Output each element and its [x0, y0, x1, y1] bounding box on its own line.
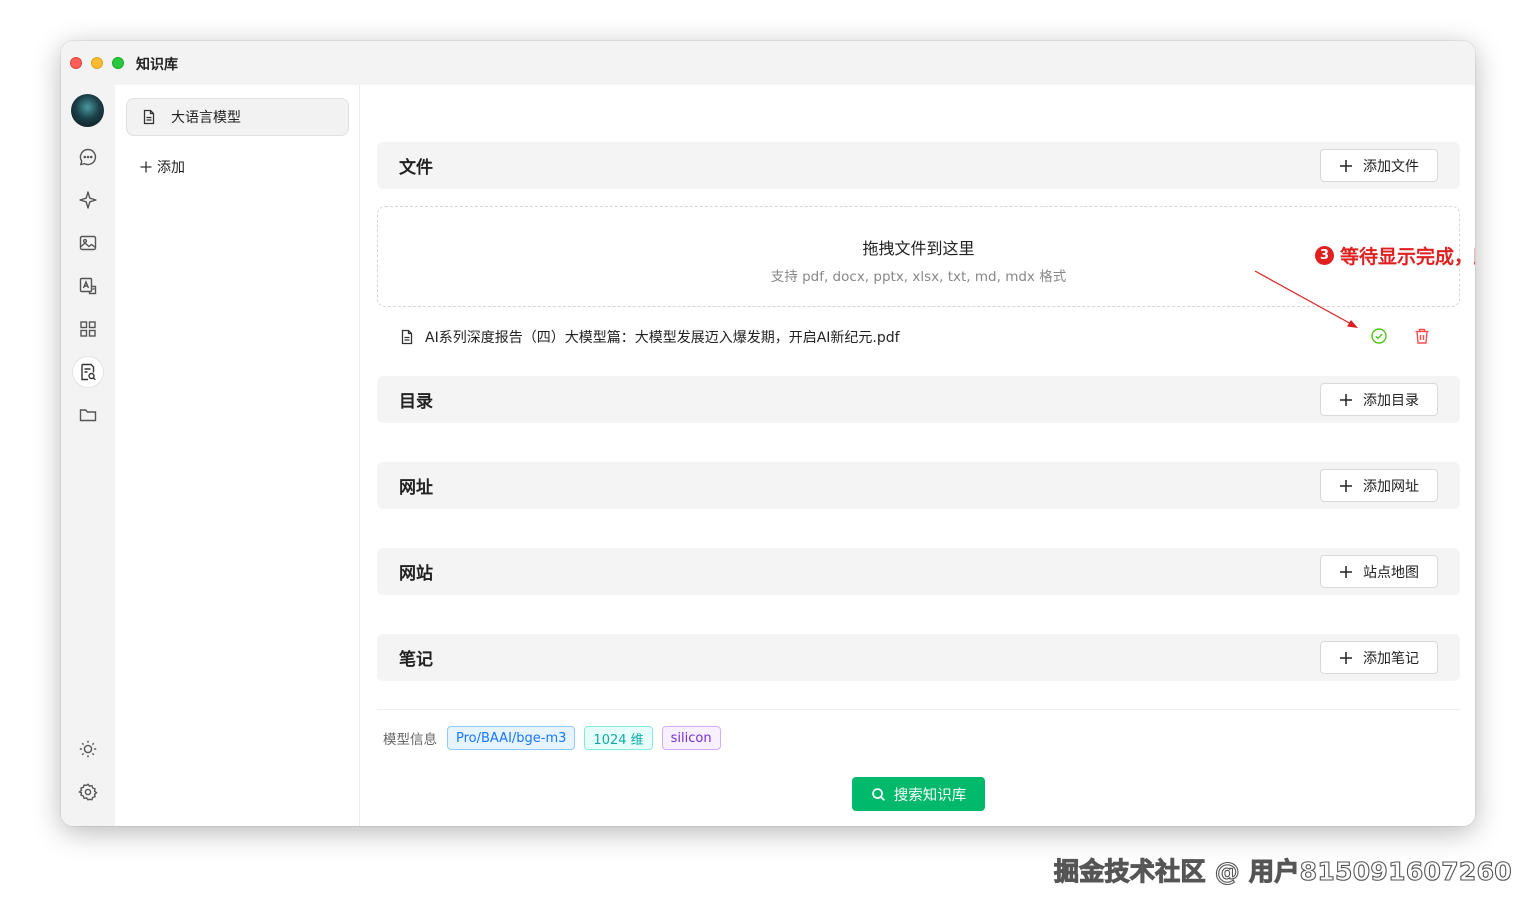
- plus-icon: [1340, 565, 1352, 578]
- add-url-button[interactable]: 添加网址: [1320, 469, 1438, 502]
- image-icon[interactable]: [73, 228, 103, 258]
- annotation-arrow: [1254, 270, 1358, 328]
- delete-icon[interactable]: [1413, 327, 1431, 345]
- plus-icon: [1340, 651, 1352, 664]
- icon-bar: [61, 85, 115, 826]
- dropzone-title: 拖拽文件到这里: [862, 239, 975, 258]
- app-window: 知识库 大语言模型 添加 文件 添加文件 拖拽文件到这里 支持 pdf, doc…: [61, 41, 1475, 826]
- window-title: 知识库: [136, 57, 178, 73]
- dimensions-tag: 1024 维: [584, 726, 653, 750]
- sparkle-icon[interactable]: [73, 185, 103, 215]
- add-directory-button[interactable]: 添加目录: [1320, 383, 1438, 416]
- model-info: 模型信息 Pro/BAAI/bge-m3 1024 维 silicon: [383, 726, 721, 750]
- search-knowledge-base-button[interactable]: 搜索知识库: [852, 777, 985, 811]
- annotation-number: 3: [1315, 246, 1334, 265]
- note-section-title: 笔记: [399, 650, 433, 670]
- sitemap-button[interactable]: 站点地图: [1320, 555, 1438, 588]
- directory-section-title: 目录: [399, 392, 433, 412]
- add-file-button[interactable]: 添加文件: [1320, 149, 1438, 182]
- provider-tag: silicon: [661, 726, 721, 750]
- note-section-header: 笔记 添加笔记: [377, 634, 1460, 681]
- plus-icon: [1340, 393, 1352, 406]
- plus-icon: [140, 161, 152, 173]
- add-note-button[interactable]: 添加笔记: [1320, 641, 1438, 674]
- document-icon: [143, 109, 155, 125]
- file-section-header: 文件 添加文件: [377, 142, 1460, 189]
- watermark: 掘金技术社区 @ 用户815091607260: [1053, 856, 1512, 886]
- add-knowledge-base-button[interactable]: 添加: [139, 157, 185, 177]
- knowledge-base-item[interactable]: 大语言模型: [126, 98, 349, 136]
- search-knowledge-base-label: 搜索知识库: [893, 787, 967, 804]
- website-section-header: 网站 站点地图: [377, 548, 1460, 595]
- add-directory-label: 添加目录: [1363, 392, 1419, 409]
- add-knowledge-base-label: 添加: [157, 160, 185, 176]
- knowledge-base-sidebar: 大语言模型 添加: [115, 85, 360, 826]
- chat-icon[interactable]: [73, 142, 103, 172]
- apps-grid-icon[interactable]: [73, 314, 103, 344]
- model-info-label: 模型信息: [383, 732, 437, 748]
- main-content: 文件 添加文件 拖拽文件到这里 支持 pdf, docx, pptx, xlsx…: [361, 85, 1475, 826]
- sitemap-label: 站点地图: [1363, 564, 1419, 581]
- plus-icon: [1340, 479, 1352, 492]
- minimize-window-button[interactable]: [91, 57, 103, 69]
- plus-icon: [1340, 159, 1352, 172]
- knowledge-base-name: 大语言模型: [171, 110, 241, 126]
- add-url-label: 添加网址: [1363, 478, 1419, 495]
- search-icon: [871, 787, 885, 801]
- avatar[interactable]: [71, 94, 104, 127]
- knowledge-icon[interactable]: [73, 357, 103, 387]
- file-list-item: AI系列深度报告（四）大模型篇：大模型发展迈入爆发期，开启AI新纪元.pdf: [399, 327, 900, 347]
- theme-icon[interactable]: [73, 734, 103, 764]
- settings-icon[interactable]: [73, 777, 103, 807]
- add-file-label: 添加文件: [1363, 158, 1419, 175]
- website-section-title: 网站: [399, 564, 433, 584]
- add-note-label: 添加笔记: [1363, 650, 1419, 667]
- title-bar: 知识库: [61, 41, 1475, 85]
- model-tag: Pro/BAAI/bge-m3: [447, 726, 576, 750]
- folder-icon[interactable]: [73, 400, 103, 430]
- url-section-header: 网址 添加网址: [377, 462, 1460, 509]
- translate-icon[interactable]: [73, 271, 103, 301]
- directory-section-header: 目录 添加目录: [377, 376, 1460, 423]
- maximize-window-button[interactable]: [112, 57, 124, 69]
- document-icon: [401, 329, 413, 345]
- divider: [377, 709, 1460, 710]
- url-section-title: 网址: [399, 478, 433, 498]
- file-section-title: 文件: [399, 158, 433, 178]
- check-circle-icon: [1371, 328, 1387, 344]
- close-window-button[interactable]: [70, 57, 82, 69]
- file-name: AI系列深度报告（四）大模型篇：大模型发展迈入爆发期，开启AI新纪元.pdf: [425, 330, 900, 346]
